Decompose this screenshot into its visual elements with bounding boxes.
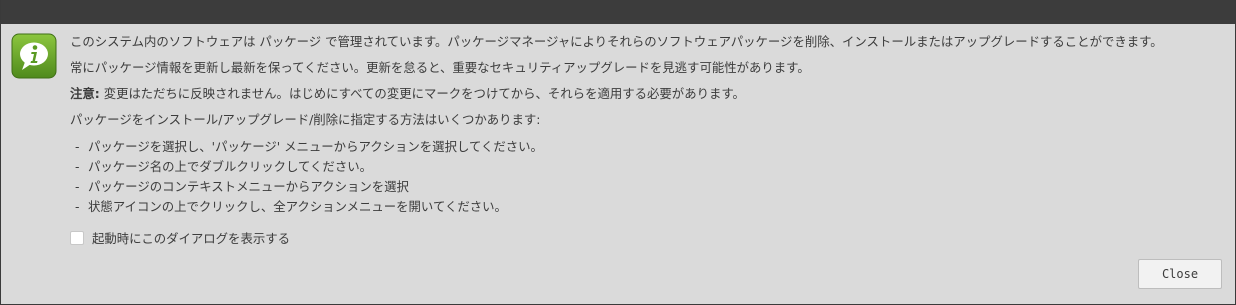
list-item: - パッケージを選択し、'パッケージ' メニューからアクションを選択してください。 <box>75 139 543 154</box>
show-on-startup-row[interactable]: 起動時にこのダイアログを表示する <box>70 229 290 247</box>
close-button[interactable]: Close <box>1138 259 1222 289</box>
methods-list: - パッケージを選択し、'パッケージ' メニューからアクションを選択してください。… <box>75 137 543 217</box>
list-item: - パッケージのコンテキストメニューからアクションを選択 <box>75 179 409 194</box>
note-paragraph: 注意: 変更はただちに反映されません。はじめにすべての変更にマークをつけてから、… <box>70 86 745 102</box>
update-reminder-paragraph: 常にパッケージ情報を更新し最新を保ってください。更新を怠ると、重要なセキュリティ… <box>70 60 810 75</box>
list-item: - 状態アイコンの上でクリックし、全アクションメニューを開いてください。 <box>75 199 507 214</box>
show-on-startup-label: 起動時にこのダイアログを表示する <box>92 231 291 246</box>
list-item: - パッケージ名の上でダブルクリックしてください。 <box>75 159 372 174</box>
show-on-startup-checkbox[interactable] <box>70 231 84 245</box>
methods-intro: パッケージをインストール/アップグレード/削除に指定する方法はいくつかあります: <box>70 112 541 127</box>
info-icon <box>11 33 57 79</box>
intro-paragraph: このシステム内のソフトウェアは パッケージ で管理されています。パッケージマネー… <box>70 34 1163 49</box>
title-bar[interactable] <box>1 0 1235 24</box>
dialog-window: このシステム内のソフトウェアは パッケージ で管理されています。パッケージマネー… <box>0 0 1236 305</box>
note-label: 注意: <box>70 86 100 101</box>
note-text: 変更はただちに反映されません。はじめにすべての変更にマークをつけてから、それらを… <box>103 86 745 101</box>
